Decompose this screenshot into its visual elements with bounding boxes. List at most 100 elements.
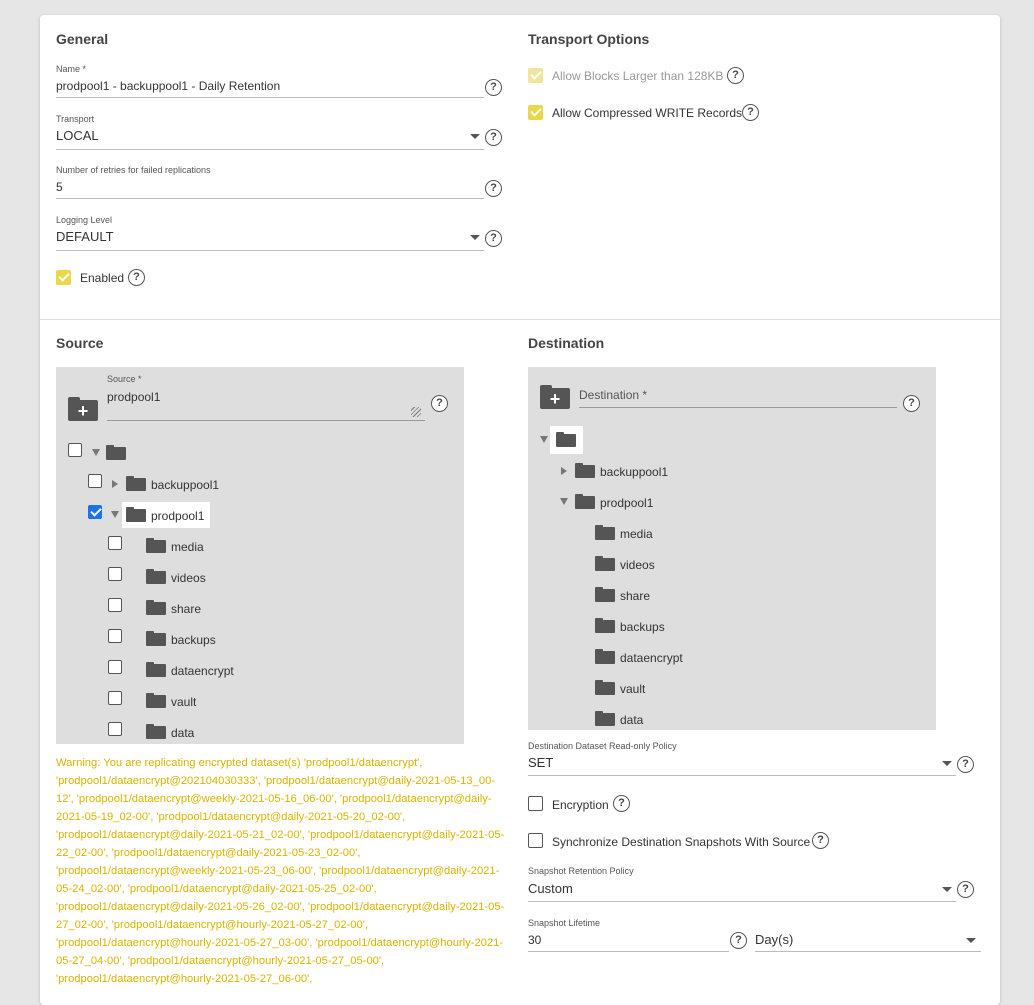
source-media-folder-icon (146, 538, 166, 553)
snapshot-lifetime-unit-chevron-down-icon[interactable] (966, 938, 976, 943)
destination-tree-item-dataencrypt[interactable]: dataencrypt (620, 651, 683, 665)
source-tree-item-prodpool1[interactable]: prodpool1 (151, 509, 204, 523)
source-dataencrypt-folder-icon (146, 662, 166, 677)
transport-chevron-down-icon[interactable] (470, 134, 480, 139)
snapshot-lifetime-unit-select[interactable]: Day(s) (755, 932, 793, 947)
destination-prodpool1-folder-icon (575, 494, 595, 509)
retention-policy-select[interactable]: Custom (528, 881, 573, 896)
allow-large-blocks-help-icon[interactable]: ? (727, 67, 744, 84)
source-underline (107, 420, 425, 421)
source-tree-item-backuppool1[interactable]: backuppool1 (151, 478, 219, 492)
logging-label: Logging Level (56, 215, 113, 225)
name-input[interactable]: prodpool1 - backuppool1 - Daily Retentio… (56, 79, 280, 93)
destination-add-folder-icon[interactable]: + (540, 385, 570, 409)
destination-tree-item-videos[interactable]: videos (620, 558, 655, 572)
source-share-folder-icon (146, 600, 166, 615)
allow-large-blocks-checkbox[interactable] (528, 68, 543, 83)
retention-policy-help-icon[interactable]: ? (957, 881, 974, 898)
logging-select[interactable]: DEFAULT (56, 229, 114, 244)
destination-tree-item-backups[interactable]: backups (620, 620, 665, 634)
readonly-policy-chevron-down-icon[interactable] (942, 761, 952, 766)
source-explorer: + Source * prodpool1 ? backuppool1 prodp… (56, 367, 464, 744)
source-tree-item-data[interactable]: data (171, 726, 194, 740)
source-vault-checkbox[interactable] (108, 691, 122, 705)
destination-tree-item-data[interactable]: data (620, 713, 643, 727)
destination-backuppool1-expand-icon[interactable] (561, 467, 567, 475)
source-data-checkbox[interactable] (108, 722, 122, 736)
destination-backuppool1-folder-icon (575, 463, 595, 478)
source-tree-item-backups[interactable]: backups (171, 633, 216, 647)
source-dataencrypt-checkbox[interactable] (108, 660, 122, 674)
source-data-folder-icon (146, 724, 166, 739)
retries-underline (56, 198, 484, 199)
source-tree-item-dataencrypt[interactable]: dataencrypt (171, 664, 234, 678)
destination-tree-item-media[interactable]: media (620, 527, 653, 541)
readonly-policy-label: Destination Dataset Read-only Policy (528, 741, 677, 751)
transport-underline (56, 149, 484, 150)
destination-share-folder-icon (595, 587, 615, 602)
allow-compressed-checkbox[interactable] (528, 105, 543, 120)
transport-help-icon[interactable]: ? (485, 129, 502, 146)
destination-tree-item-vault[interactable]: vault (620, 682, 645, 696)
source-prodpool1-checkbox[interactable] (88, 505, 102, 519)
readonly-policy-underline (528, 775, 956, 776)
logging-underline (56, 250, 484, 251)
source-backups-checkbox[interactable] (108, 629, 122, 643)
destination-root-expand-icon[interactable] (540, 436, 548, 443)
source-tree-item-media[interactable]: media (171, 540, 204, 554)
transport-options-title: Transport Options (528, 31, 650, 47)
transport-select[interactable]: LOCAL (56, 128, 99, 143)
source-backuppool1-expand-icon[interactable] (112, 480, 118, 488)
source-help-icon[interactable]: ? (431, 395, 448, 412)
source-videos-folder-icon (146, 569, 166, 584)
destination-prodpool1-expand-icon[interactable] (560, 498, 568, 505)
source-add-folder-icon[interactable]: + (68, 397, 98, 421)
source-vault-folder-icon (146, 693, 166, 708)
destination-explorer: + Destination * ? backuppool1 prodpool1 … (528, 367, 936, 730)
source-tree-item-vault[interactable]: vault (171, 695, 196, 709)
sync-snapshots-help-icon[interactable]: ? (812, 832, 829, 849)
destination-input[interactable]: Destination * (579, 388, 647, 402)
source-root-folder-icon (106, 445, 126, 460)
destination-backups-folder-icon (595, 618, 615, 633)
enabled-checkbox[interactable] (56, 270, 71, 285)
retries-input[interactable]: 5 (56, 180, 63, 194)
readonly-policy-help-icon[interactable]: ? (957, 756, 974, 773)
source-prodpool1-expand-icon[interactable] (111, 511, 119, 518)
source-root-checkbox[interactable] (68, 443, 82, 457)
source-input[interactable]: prodpool1 (107, 390, 160, 404)
sync-snapshots-checkbox[interactable] (528, 833, 543, 848)
name-help-icon[interactable]: ? (485, 79, 502, 96)
allow-compressed-label: Allow Compressed WRITE Records (552, 106, 743, 120)
encryption-help-icon[interactable]: ? (613, 795, 630, 812)
source-backups-folder-icon (146, 631, 166, 646)
enabled-help-icon[interactable]: ? (128, 269, 145, 286)
source-resize-handle[interactable] (411, 407, 421, 417)
destination-tree-item-prodpool1[interactable]: prodpool1 (600, 496, 653, 510)
snapshot-lifetime-input[interactable]: 30 (528, 933, 541, 947)
encryption-label: Encryption (552, 798, 609, 812)
destination-help-icon[interactable]: ? (903, 395, 920, 412)
snapshot-lifetime-help-icon[interactable]: ? (730, 932, 747, 949)
destination-media-folder-icon (595, 525, 615, 540)
allow-compressed-help-icon[interactable]: ? (742, 104, 759, 121)
logging-help-icon[interactable]: ? (485, 230, 502, 247)
source-root-expand-icon[interactable] (92, 449, 100, 456)
source-tree-item-share[interactable]: share (171, 602, 201, 616)
source-field-label: Source * (107, 374, 142, 384)
retention-policy-chevron-down-icon[interactable] (942, 887, 952, 892)
source-media-checkbox[interactable] (108, 536, 122, 550)
encryption-checkbox[interactable] (528, 796, 543, 811)
destination-tree-item-share[interactable]: share (620, 589, 650, 603)
destination-root-folder-icon[interactable] (556, 432, 576, 447)
source-backuppool1-checkbox[interactable] (88, 474, 102, 488)
sync-snapshots-label: Synchronize Destination Snapshots With S… (552, 835, 811, 849)
source-share-checkbox[interactable] (108, 598, 122, 612)
retries-help-icon[interactable]: ? (485, 180, 502, 197)
logging-chevron-down-icon[interactable] (470, 235, 480, 240)
source-videos-checkbox[interactable] (108, 567, 122, 581)
destination-tree-item-backuppool1[interactable]: backuppool1 (600, 465, 668, 479)
source-tree-item-videos[interactable]: videos (171, 571, 206, 585)
readonly-policy-select[interactable]: SET (528, 755, 553, 770)
source-prodpool1-folder-icon (126, 507, 146, 522)
